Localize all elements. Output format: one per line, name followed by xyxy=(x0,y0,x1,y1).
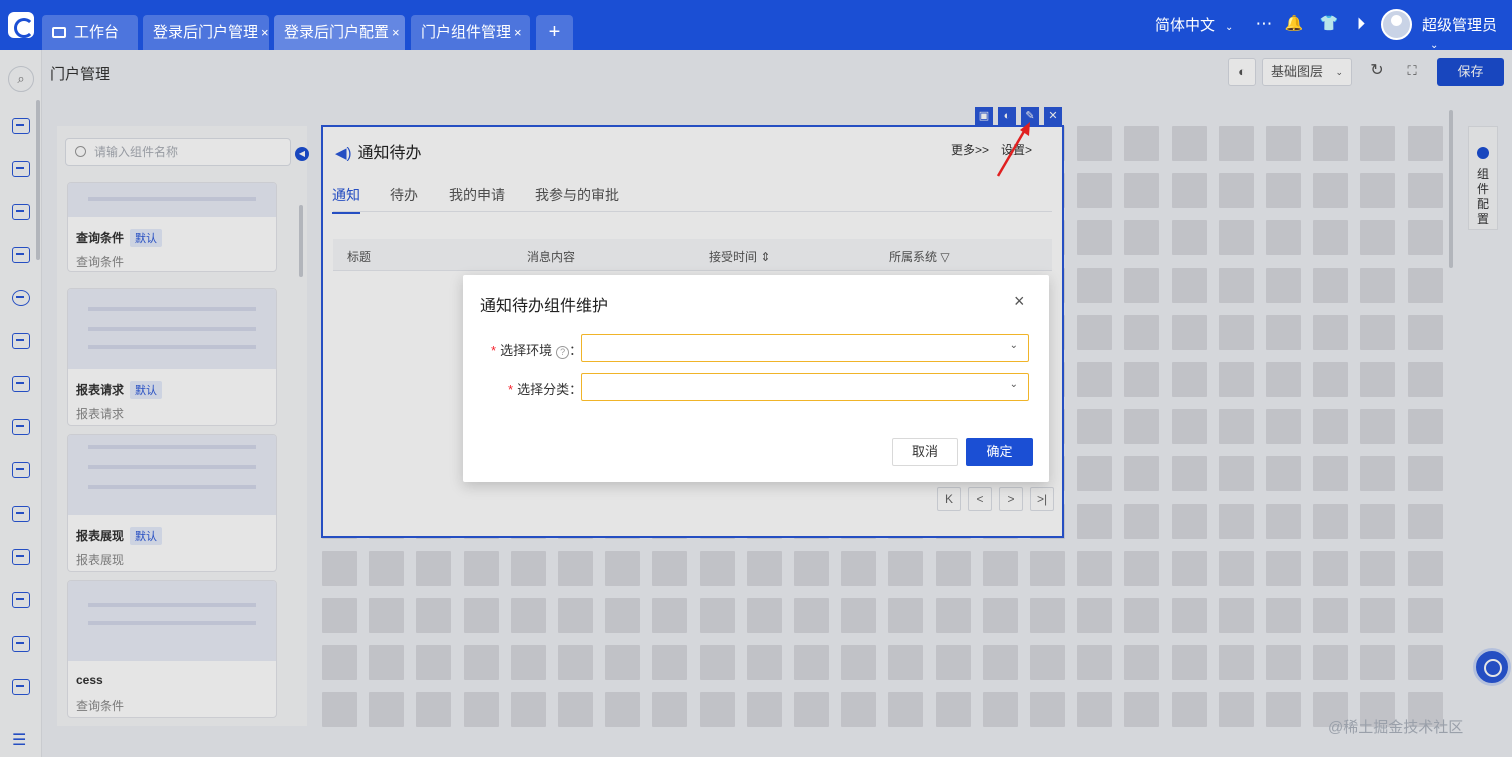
avatar[interactable] xyxy=(1381,9,1412,40)
close-icon[interactable]: × xyxy=(514,25,522,40)
environment-label: * 选择环境?： xyxy=(491,343,583,359)
annotation-arrow-icon xyxy=(996,122,1030,177)
close-icon[interactable]: × xyxy=(1014,291,1025,312)
chevron-down-icon: ⌄ xyxy=(1009,340,1018,351)
language-select[interactable]: 简体中文 ⌄ xyxy=(1155,14,1233,35)
more-icon[interactable]: ⋯ xyxy=(1254,14,1274,34)
category-select[interactable]: ⌄ xyxy=(581,373,1029,401)
tab-portal-management[interactable]: 登录后门户管理 × xyxy=(143,15,269,50)
tab-label: 登录后门户配置 xyxy=(284,24,390,41)
question-icon: ? xyxy=(556,346,570,359)
component-maintenance-dialog: 通知待办组件维护 × * 选择环境?： ⌄ * 选择分类： ⌄ 取消 确定 xyxy=(463,275,1049,482)
dialog-title: 通知待办组件维护 xyxy=(480,298,609,315)
chevron-down-icon: ⌄ xyxy=(1225,22,1234,33)
theme-shirt-icon[interactable]: 👕 xyxy=(1319,14,1339,32)
tab-label: 门户组件管理 xyxy=(421,24,512,41)
user-menu[interactable]: 超级管理员⌄ xyxy=(1422,14,1512,52)
tab-label: 工作台 xyxy=(74,24,120,41)
play-icon[interactable]: ⏵ xyxy=(1351,14,1371,34)
chevron-down-icon: ⌄ xyxy=(1009,379,1018,390)
confirm-button[interactable]: 确定 xyxy=(966,438,1033,466)
app-logo[interactable] xyxy=(8,12,34,38)
add-tab-button[interactable]: + xyxy=(536,15,573,50)
tab-label: 登录后门户管理 xyxy=(153,24,259,41)
monitor-icon xyxy=(52,27,66,38)
close-icon[interactable]: × xyxy=(261,25,269,40)
cancel-button[interactable]: 取消 xyxy=(892,438,958,466)
language-label: 简体中文 xyxy=(1155,17,1216,34)
username: 超级管理员 xyxy=(1422,17,1498,34)
tab-component-management[interactable]: 门户组件管理 × xyxy=(411,15,530,50)
close-icon[interactable]: × xyxy=(392,25,400,40)
top-bar: 工作台 登录后门户管理 × 登录后门户配置 × 门户组件管理 × + 简体中文 ⌄ ⋯ … xyxy=(0,0,1512,52)
footer-watermark: @稀土掘金技术社区 xyxy=(1328,719,1464,736)
category-label: * 选择分类： xyxy=(508,382,583,397)
bell-icon[interactable]: 🔔 xyxy=(1284,14,1304,32)
tab-workbench[interactable]: 工作台 xyxy=(42,15,138,50)
environment-select[interactable]: ⌄ xyxy=(581,334,1029,362)
tab-portal-config[interactable]: 登录后门户配置 × xyxy=(274,15,405,50)
